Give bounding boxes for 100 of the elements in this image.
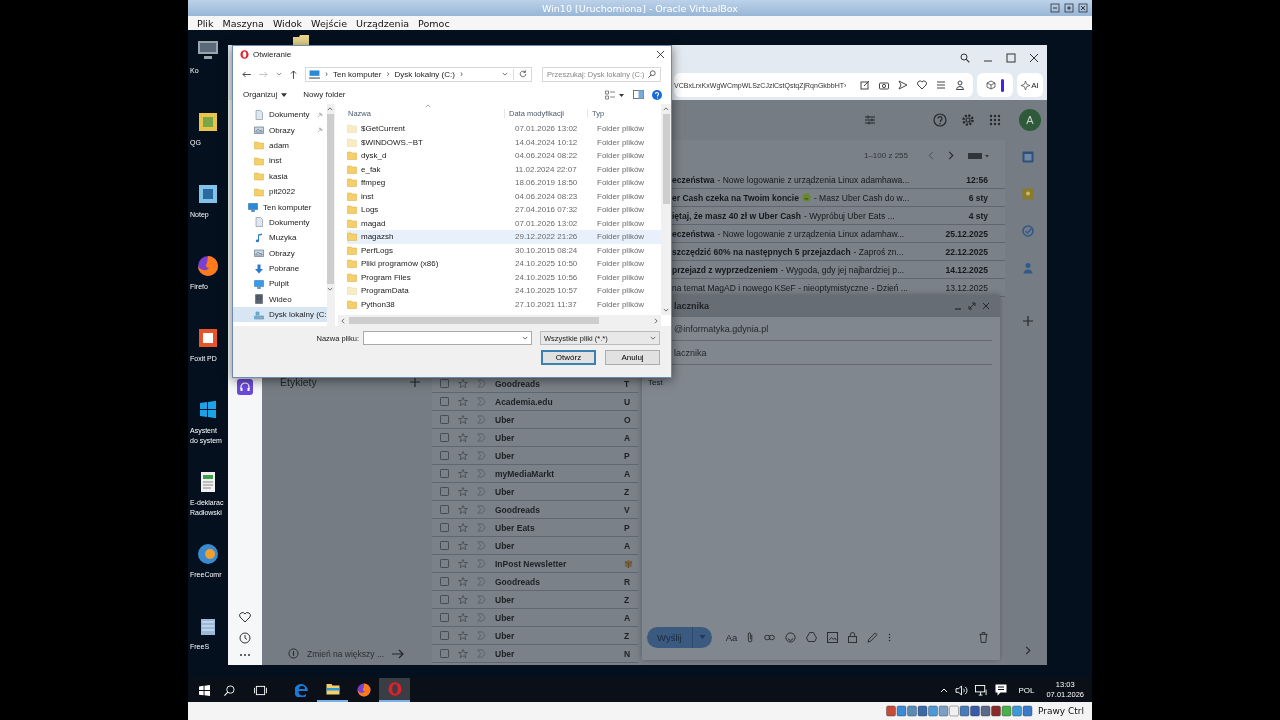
formatting-button[interactable]: Aa (725, 631, 738, 643)
extensions-button[interactable] (977, 73, 1013, 97)
email-row[interactable]: Goodreads V (432, 501, 638, 519)
checkbox[interactable] (440, 379, 449, 388)
forward-arrow-icon[interactable] (259, 70, 268, 78)
email-row[interactable]: Uber A (432, 609, 638, 627)
checkbox[interactable] (440, 487, 449, 496)
chevron-down-icon[interactable] (663, 308, 669, 312)
checkbox[interactable] (440, 649, 449, 658)
search-icon[interactable] (224, 684, 235, 696)
search-icon[interactable] (960, 52, 970, 63)
expand-icon[interactable] (968, 302, 976, 310)
chevron-right-icon[interactable] (654, 317, 658, 324)
checkbox[interactable] (440, 451, 449, 460)
menu-item[interactable]: Urządzenia (356, 17, 410, 29)
star-icon[interactable] (458, 396, 468, 407)
device-indicators-drawing[interactable] (885, 705, 1036, 717)
email-row[interactable]: Uber P (432, 447, 638, 465)
email-row[interactable]: Goodreads R (432, 573, 638, 591)
star-icon[interactable] (458, 594, 468, 605)
close-icon[interactable] (1029, 52, 1039, 63)
menu-item[interactable]: Pomoc (418, 17, 450, 29)
navigation-item[interactable]: Dokumenty (233, 214, 327, 231)
apps-grid-icon[interactable] (989, 114, 1001, 126)
trash-icon[interactable] (979, 631, 988, 643)
input-language[interactable]: POL (1018, 685, 1035, 695)
star-icon[interactable] (458, 612, 468, 623)
address-bar[interactable]: › Ten komputer › Dysk lokalny (C:) › (305, 66, 532, 82)
checkbox[interactable] (440, 577, 449, 586)
email-row[interactable]: Uber N (432, 645, 638, 663)
email-row[interactable]: Uber O (432, 411, 638, 429)
breadcrumb-separator[interactable]: › (386, 69, 390, 79)
help-icon[interactable] (933, 113, 947, 127)
star-icon[interactable] (458, 378, 468, 389)
chevron-right-icon[interactable] (948, 151, 954, 160)
star-icon[interactable] (458, 450, 468, 461)
chevron-left-icon[interactable] (928, 151, 934, 160)
star-icon[interactable] (458, 432, 468, 443)
refresh-icon[interactable] (519, 70, 527, 78)
send-icon[interactable] (898, 80, 908, 90)
scrollbar[interactable] (326, 104, 334, 326)
heart-icon[interactable] (917, 80, 927, 90)
add-icon[interactable] (410, 377, 420, 387)
chevron-down-icon[interactable] (327, 287, 334, 291)
browser-icon[interactable] (196, 254, 220, 278)
email-row[interactable]: Uber Z (432, 483, 638, 501)
email-row[interactable]: Academia.edu U (432, 393, 638, 411)
email-row[interactable]: Uber A (432, 537, 638, 555)
settings-icon[interactable] (961, 113, 975, 127)
navigation-item[interactable]: kasia (233, 168, 327, 184)
network-icon[interactable] (975, 684, 989, 696)
checkbox[interactable] (440, 523, 449, 532)
checkbox[interactable] (440, 541, 449, 550)
chevron-down-icon[interactable] (276, 72, 282, 76)
filter-icon[interactable] (864, 114, 876, 126)
star-icon[interactable] (458, 630, 468, 641)
lock-icon[interactable] (848, 631, 858, 643)
breadcrumb-item[interactable]: Ten komputer (333, 69, 382, 79)
more-icon[interactable] (239, 653, 251, 657)
organize-menu-button[interactable]: Organizuj (239, 89, 292, 100)
computer-icon[interactable] (196, 38, 220, 62)
navigation-item[interactable]: Pobrane (233, 260, 327, 277)
preview-pane-icon[interactable] (633, 90, 644, 99)
file-name-field[interactable] (363, 331, 532, 345)
checkbox[interactable] (440, 505, 449, 514)
maximize-icon[interactable] (1006, 52, 1016, 63)
star-icon[interactable] (458, 648, 468, 659)
breadcrumb-separator[interactable]: › (459, 69, 463, 79)
menu-item[interactable]: Maszyna (222, 17, 264, 29)
navigation-item[interactable]: Dysk lokalny (C: (233, 307, 327, 323)
file-row[interactable]: Python38 27.10.2021 11:37 Folder plików (347, 297, 661, 311)
checkbox[interactable] (440, 433, 449, 442)
person-icon[interactable] (955, 80, 965, 90)
star-icon[interactable] (458, 540, 468, 551)
view-options-icon[interactable] (605, 89, 625, 100)
star-icon[interactable] (458, 468, 468, 479)
menu-item[interactable]: Plik (197, 17, 214, 29)
star-icon[interactable] (458, 414, 468, 425)
calendar-icon[interactable] (1022, 151, 1034, 163)
clock-icon[interactable] (239, 632, 251, 644)
task-view-icon[interactable] (254, 684, 267, 696)
file-row[interactable]: $WINDOWS.~BT 14.04.2024 10:12 Folder plików (347, 135, 661, 149)
emoji-icon[interactable] (785, 631, 797, 643)
dialog-button[interactable]: Anuluj (605, 350, 660, 365)
star-icon[interactable] (458, 522, 468, 533)
email-row[interactable]: myMediaMarkt A (432, 465, 638, 483)
breadcrumb-separator[interactable]: › (325, 69, 328, 79)
notepad-icon[interactable] (196, 182, 220, 206)
pen-icon[interactable] (867, 631, 879, 643)
star-icon[interactable] (458, 504, 468, 515)
navigation-item[interactable]: pit2022 (233, 183, 327, 200)
checkbox[interactable] (440, 415, 449, 424)
app-icon[interactable] (196, 110, 220, 134)
checkbox[interactable] (440, 613, 449, 622)
send-options-button[interactable] (691, 626, 712, 648)
notification-icon[interactable] (995, 684, 1008, 696)
navigation-item[interactable]: Wideo (233, 291, 327, 308)
new-folder-button[interactable]: Nowy folder (299, 89, 350, 100)
dialog-button[interactable]: Otwórz (541, 350, 596, 365)
email-row[interactable]: Uber A (432, 429, 638, 447)
